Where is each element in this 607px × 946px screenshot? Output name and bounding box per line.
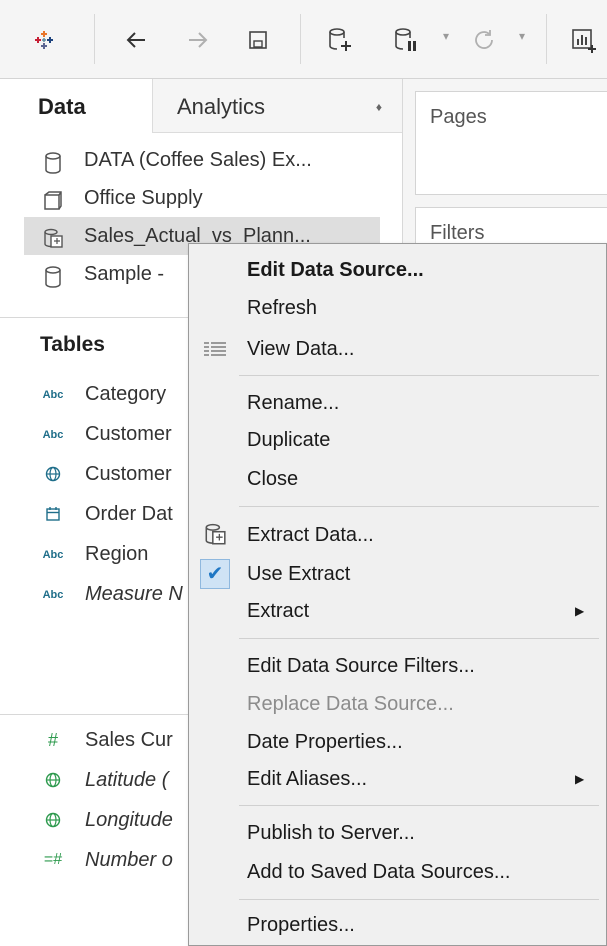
refresh-dropdown-icon[interactable]: ▾ <box>519 29 525 43</box>
refresh-icon[interactable] <box>466 22 502 58</box>
menu-item-edit-aliases[interactable]: Edit Aliases... ▶ <box>189 760 607 798</box>
string-type-icon: Abc <box>42 589 64 601</box>
field-name: Order Dat <box>85 503 173 525</box>
submenu-arrow-icon: ▶ <box>575 604 585 618</box>
field-name: Sales Cur <box>85 729 173 751</box>
back-arrow-icon[interactable] <box>118 22 154 58</box>
menu-item-rename[interactable]: Rename... <box>189 384 607 422</box>
menu-separator <box>239 805 599 806</box>
pages-shelf[interactable]: Pages <box>415 91 607 195</box>
tab-analytics[interactable]: Analytics ♦ <box>152 79 402 133</box>
tab-analytics-label: Analytics <box>177 94 266 119</box>
pause-dropdown-icon[interactable]: ▾ <box>443 29 449 43</box>
menu-item-label: Replace Data Source... <box>247 693 454 715</box>
pause-auto-updates-icon[interactable] <box>388 22 424 58</box>
menu-item-close[interactable]: Close <box>189 460 607 498</box>
menu-item-label: Extract Data... <box>247 524 374 546</box>
filters-shelf-label: Filters <box>430 222 485 244</box>
tables-heading: Tables <box>40 333 105 356</box>
menu-item-date-properties[interactable]: Date Properties... <box>189 723 607 761</box>
menu-item-label: Close <box>247 468 299 490</box>
menu-item-label: Extract <box>247 600 310 622</box>
menu-separator <box>239 506 599 507</box>
menu-item-edit-data-source-filters[interactable]: Edit Data Source Filters... <box>189 647 607 685</box>
extract-icon <box>200 520 230 550</box>
field-name: Longitude <box>85 809 173 831</box>
menu-item-properties[interactable]: Properties... <box>189 906 607 944</box>
checkmark-glyph: ✔ <box>206 563 224 585</box>
menu-item-label: Date Properties... <box>247 731 403 753</box>
field-name: Customer <box>85 423 172 445</box>
view-data-icon <box>200 334 230 364</box>
menu-item-extract-data[interactable]: Extract Data... <box>189 516 607 554</box>
new-data-source-icon[interactable] <box>322 22 358 58</box>
field-name: Region <box>85 543 149 565</box>
menu-item-replace-data-source: Replace Data Source... <box>189 685 607 723</box>
menu-item-label: View Data... <box>247 338 355 360</box>
menu-item-label: Duplicate <box>247 429 331 451</box>
field-name: Category <box>85 383 167 405</box>
menu-item-label: Properties... <box>247 914 355 936</box>
menu-item-refresh[interactable]: Refresh <box>189 289 607 327</box>
field-name: Latitude ( <box>85 769 169 791</box>
submenu-arrow-icon: ▶ <box>575 772 585 786</box>
field-name: Number o <box>85 849 173 871</box>
field-name: Measure N <box>85 583 183 605</box>
toolbar: ▾ ▾ <box>0 0 607 79</box>
database-icon <box>42 263 64 288</box>
string-type-icon: Abc <box>42 389 64 401</box>
menu-item-label: Use Extract <box>247 563 351 585</box>
menu-item-label: Edit Data Source Filters... <box>247 655 475 677</box>
menu-item-publish-to-server[interactable]: Publish to Server... <box>189 814 607 852</box>
pages-shelf-label: Pages <box>430 106 487 128</box>
toolbar-separator <box>300 14 301 64</box>
menu-item-edit-data-source[interactable]: Edit Data Source... <box>189 251 607 289</box>
menu-item-add-to-saved-data-sources[interactable]: Add to Saved Data Sources... <box>189 853 607 891</box>
toolbar-separator <box>546 14 547 64</box>
database-icon <box>42 149 64 174</box>
menu-item-duplicate[interactable]: Duplicate <box>189 421 607 459</box>
menu-separator <box>239 899 599 900</box>
sort-icon[interactable]: ♦ <box>376 79 382 135</box>
menu-item-label: Edit Aliases... <box>247 768 368 790</box>
menu-item-label: Publish to Server... <box>247 822 415 844</box>
data-source-item[interactable]: DATA (Coffee Sales) Ex... <box>24 141 380 179</box>
menu-item-extract[interactable]: Extract ▶ <box>189 592 607 630</box>
save-icon[interactable] <box>240 22 276 58</box>
globe-icon <box>38 762 68 800</box>
checkmark-icon: ✔ <box>200 559 230 589</box>
data-source-name: DATA (Coffee Sales) Ex... <box>84 149 312 171</box>
number-type-icon: # <box>47 730 58 750</box>
field-name: Customer <box>85 463 172 485</box>
data-source-name: Office Supply <box>84 187 203 209</box>
globe-icon <box>38 802 68 840</box>
pane-tabs: Data Analytics ♦ <box>0 79 402 133</box>
menu-separator <box>239 638 599 639</box>
forward-arrow-icon[interactable] <box>180 22 216 58</box>
string-type-icon: Abc <box>42 549 64 561</box>
data-source-name: Sample - <box>84 263 165 285</box>
menu-item-label: Refresh <box>247 297 318 319</box>
menu-separator <box>239 375 599 376</box>
tab-data[interactable]: Data <box>0 79 152 133</box>
calculated-number-icon: =# <box>43 851 63 868</box>
extract-database-icon <box>42 225 64 248</box>
cube-icon <box>42 187 64 210</box>
menu-item-use-extract[interactable]: ✔ Use Extract <box>189 555 607 593</box>
menu-item-label: Edit Data Source... <box>247 259 424 281</box>
calendar-icon <box>38 496 68 534</box>
show-me-icon[interactable] <box>566 22 602 58</box>
menu-item-label: Add to Saved Data Sources... <box>247 861 511 883</box>
string-type-icon: Abc <box>42 429 64 441</box>
context-menu: Edit Data Source... Refresh View Data...… <box>188 243 607 946</box>
data-source-item[interactable]: Office Supply <box>24 179 380 217</box>
tableau-logo-icon[interactable] <box>26 22 62 58</box>
menu-item-view-data[interactable]: View Data... <box>189 330 607 368</box>
menu-item-label: Rename... <box>247 392 340 414</box>
globe-icon <box>38 456 68 494</box>
toolbar-separator <box>94 14 95 64</box>
